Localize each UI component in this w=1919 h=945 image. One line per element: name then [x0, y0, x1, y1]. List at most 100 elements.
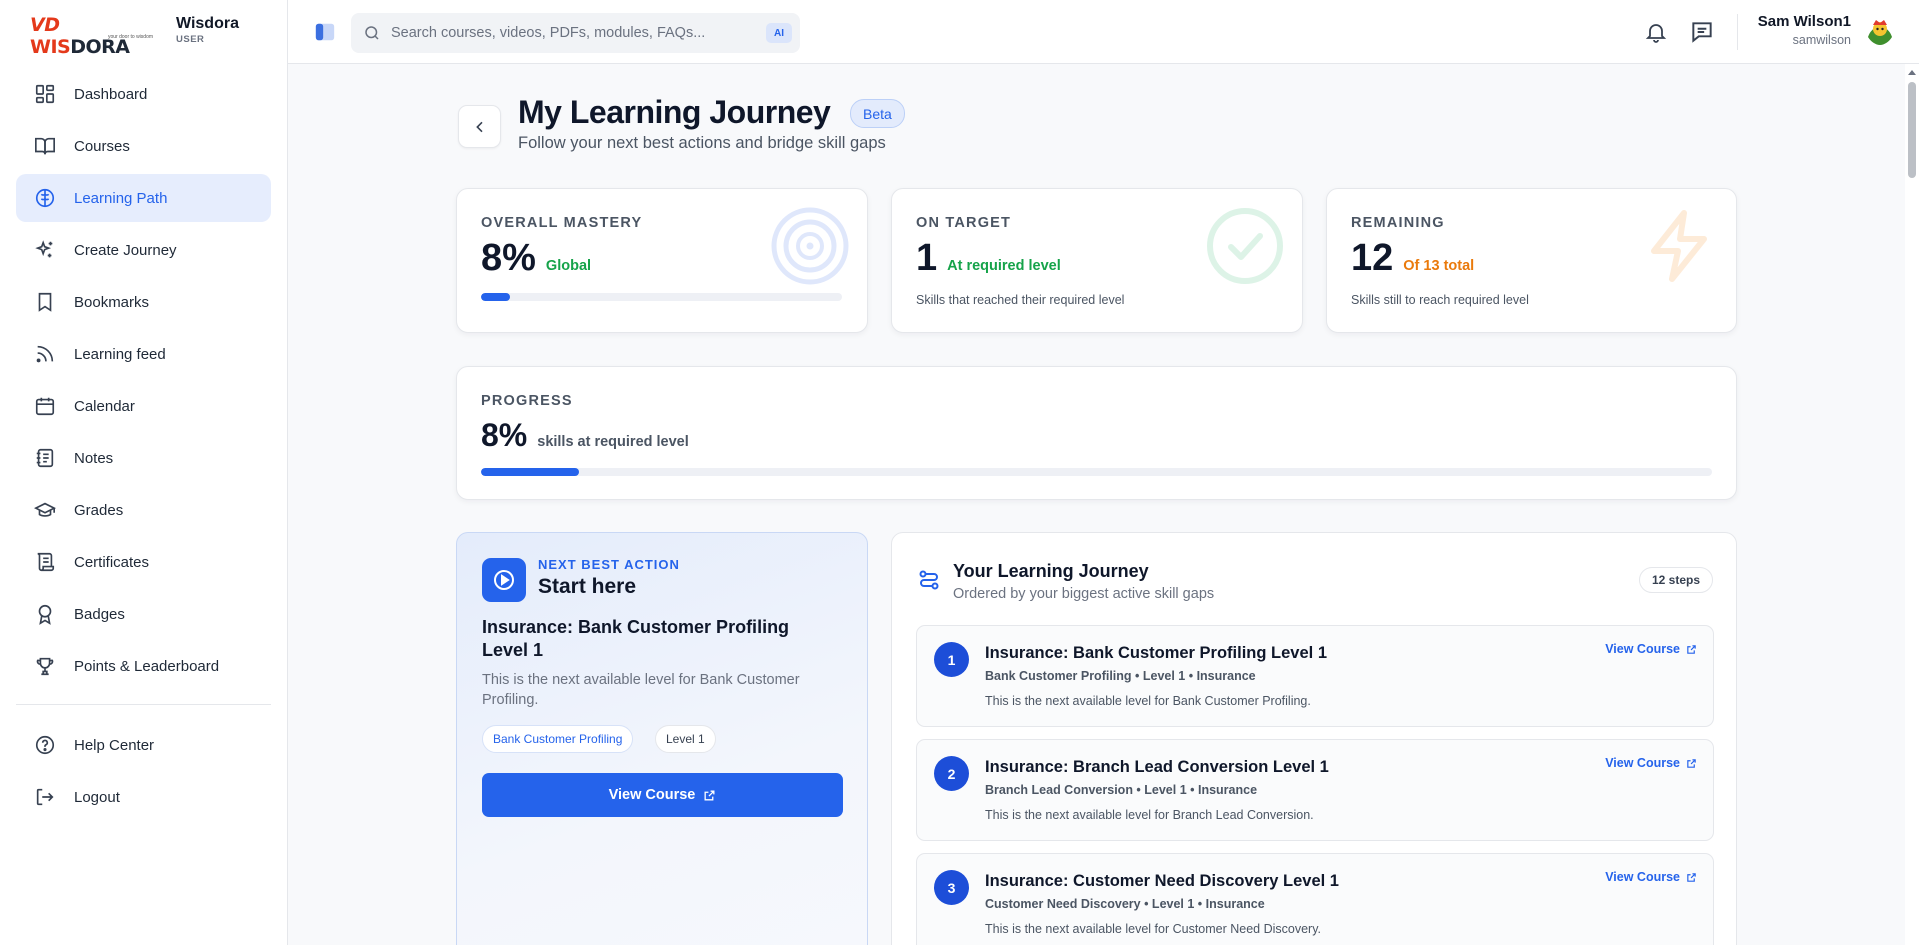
scroll-icon — [34, 551, 56, 573]
step-description: This is the next available level for Ban… — [985, 694, 1311, 708]
sidebar-item-certificates[interactable]: Certificates — [16, 538, 271, 586]
sidebar-item-calendar[interactable]: Calendar — [16, 382, 271, 430]
user-menu[interactable]: Sam Wilson1 samwilson — [1758, 13, 1851, 47]
sidebar-item-grades[interactable]: Grades — [16, 486, 271, 534]
external-link-icon — [1680, 758, 1697, 769]
ai-search-badge[interactable]: AI — [766, 23, 792, 43]
stat-value: 12 — [1351, 237, 1394, 279]
on-target-card: ON TARGET 1 At required level Skills tha… — [891, 188, 1303, 333]
search-input[interactable] — [391, 25, 761, 41]
chevron-left-icon — [472, 119, 488, 135]
stat-note: At required level — [947, 258, 1061, 274]
sidebar-item-create-journey[interactable]: Create Journey — [16, 226, 271, 274]
wisdora-logo: VD WISDORA your door to wisdom — [30, 14, 154, 58]
route-icon — [917, 568, 941, 592]
stat-description: Skills that reached their required level — [916, 293, 1125, 307]
avatar[interactable] — [1863, 15, 1897, 49]
stat-description: Skills still to reach required level — [1351, 293, 1529, 307]
steps-count-badge: 12 steps — [1638, 567, 1713, 593]
logout-icon — [34, 786, 56, 808]
back-button[interactable] — [458, 105, 501, 148]
sidebar-item-label: Bookmarks — [74, 293, 150, 311]
mastery-progress-fill — [481, 293, 510, 301]
sidebar-item-label: Dashboard — [74, 85, 148, 103]
stat-note: Global — [545, 258, 592, 274]
next-action-description: This is the next available level for Ban… — [482, 672, 800, 708]
lightning-icon — [1640, 207, 1718, 285]
learning-journey-panel: Your Learning Journey Ordered by your bi… — [891, 532, 1737, 945]
next-action-heading: Start here — [538, 575, 637, 598]
skill-chip: Bank Customer Profiling — [482, 725, 634, 753]
sidebar-item-label: Badges — [74, 605, 125, 623]
stat-label: OVERALL MASTERY — [481, 215, 643, 231]
journey-step: 2 Insurance: Branch Lead Conversion Leve… — [916, 739, 1714, 841]
award-icon — [34, 603, 56, 625]
step-description: This is the next available level for Cus… — [985, 922, 1322, 936]
notebook-icon — [34, 447, 56, 469]
step-title: Insurance: Customer Need Discovery Level… — [985, 872, 1339, 890]
skills-progress-bar — [481, 468, 1712, 476]
calendar-icon — [34, 395, 56, 417]
sidebar-item-learning-path[interactable]: Learning Path — [16, 174, 271, 222]
step-title: Insurance: Branch Lead Conversion Level … — [985, 758, 1329, 776]
stat-label: ON TARGET — [916, 215, 1012, 231]
scroll-up-arrow-icon[interactable] — [1908, 70, 1916, 75]
sidebar-item-help-center[interactable]: Help Center — [16, 721, 271, 769]
skills-progress-fill — [481, 468, 580, 476]
sidebar-item-learning-feed[interactable]: Learning feed — [16, 330, 271, 378]
brand-name: Wisdora — [176, 15, 239, 32]
step-title: Insurance: Bank Customer Profiling Level… — [985, 644, 1328, 662]
sidebar-item-dashboard[interactable]: Dashboard — [16, 70, 271, 118]
progress-value: 8% — [481, 417, 528, 453]
page-subtitle: Follow your next best actions and bridge… — [518, 134, 886, 152]
progress-card: PROGRESS 8% skills at required level — [456, 366, 1737, 500]
sidebar-item-points-leaderboard[interactable]: Points & Leaderboard — [16, 642, 271, 690]
scrollbar-thumb[interactable] — [1908, 82, 1916, 178]
remaining-card: REMAINING 12 Of 13 total Skills still to… — [1326, 188, 1737, 333]
message-icon[interactable] — [1689, 19, 1715, 45]
external-link-icon — [1680, 644, 1697, 655]
view-course-button[interactable]: View Course — [482, 773, 843, 817]
view-course-link[interactable]: View Course — [1605, 870, 1697, 884]
sidebar-item-label: Create Journey — [74, 241, 177, 259]
play-circle-icon — [482, 558, 526, 602]
view-course-link-label: View Course — [1605, 870, 1680, 884]
book-open-icon — [34, 135, 56, 157]
page-scrollbar[interactable] — [1905, 64, 1919, 945]
step-number: 3 — [934, 870, 969, 905]
journey-step: 1 Insurance: Bank Customer Profiling Lev… — [916, 625, 1714, 727]
sidebar-item-notes[interactable]: Notes — [16, 434, 271, 482]
sidebar-toggle-icon[interactable] — [314, 21, 336, 43]
step-meta: Customer Need Discovery • Level 1 • Insu… — [985, 897, 1265, 911]
bookmark-icon — [34, 291, 56, 313]
user-handle: samwilson — [1792, 33, 1851, 47]
stat-value: 8% — [481, 237, 536, 279]
bell-icon[interactable] — [1644, 20, 1668, 44]
sidebar-item-bookmarks[interactable]: Bookmarks — [16, 278, 271, 326]
sidebar-item-label: Points & Leaderboard — [74, 657, 220, 675]
step-description: This is the next available level for Bra… — [985, 808, 1314, 822]
sidebar-item-logout[interactable]: Logout — [16, 773, 271, 821]
sidebar-item-label: Notes — [74, 449, 114, 467]
sidebar-item-courses[interactable]: Courses — [16, 122, 271, 170]
search-bar: AI — [351, 13, 800, 53]
user-role: USER — [176, 34, 205, 45]
step-number: 2 — [934, 756, 969, 791]
trophy-icon — [34, 655, 56, 677]
view-course-link[interactable]: View Course — [1605, 642, 1697, 656]
view-course-link[interactable]: View Course — [1605, 756, 1697, 770]
user-name: Sam Wilson1 — [1757, 13, 1851, 30]
journey-step: 3 Insurance: Customer Need Discovery Lev… — [916, 853, 1714, 945]
external-link-icon — [695, 789, 716, 802]
brand[interactable]: VD WISDORA your door to wisdom Wisdora U… — [30, 14, 239, 58]
mastery-progress-bar — [481, 293, 842, 301]
next-best-action-card: NEXT BEST ACTION Start here Insurance: B… — [456, 532, 868, 945]
sidebar-item-label: Grades — [74, 501, 124, 519]
sidebar-item-badges[interactable]: Badges — [16, 590, 271, 638]
rss-icon — [34, 343, 56, 365]
next-action-kicker: NEXT BEST ACTION — [538, 557, 680, 572]
sidebar-item-label: Learning feed — [74, 345, 166, 363]
view-course-button-label: View Course — [608, 787, 696, 803]
stat-label: REMAINING — [1351, 215, 1445, 231]
sidebar-item-label: Certificates — [74, 553, 150, 571]
